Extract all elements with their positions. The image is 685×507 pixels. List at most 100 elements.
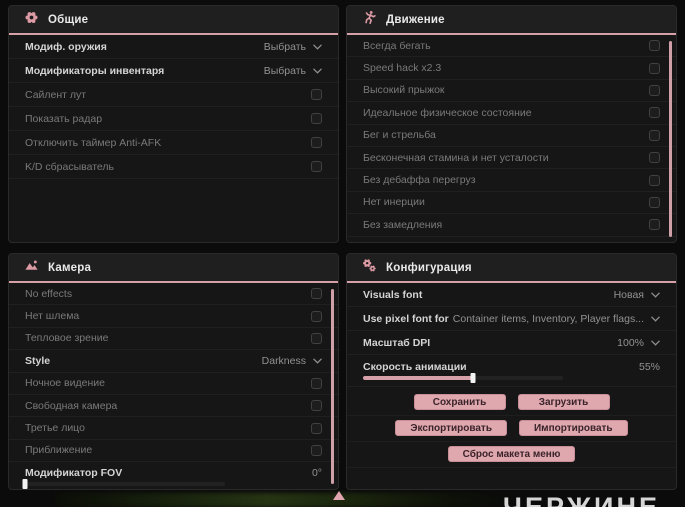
- checkbox[interactable]: [649, 152, 660, 164]
- panel-title: Конфигурация: [386, 261, 472, 274]
- settings-row-checkbox: Показать радар: [9, 107, 338, 131]
- dropdown-value: 100%: [617, 336, 644, 349]
- dropdown[interactable]: Новая: [614, 289, 660, 301]
- settings-row-checkbox: Бег и стрельба: [347, 125, 676, 147]
- row-label: Показать радар: [25, 112, 103, 125]
- settings-row-dropdown: Use pixel font for Container items, Inven…: [347, 307, 676, 331]
- checkbox[interactable]: [311, 137, 322, 148]
- scrollbar[interactable]: [331, 289, 334, 484]
- panel-camera: Камера No effects Нет шлема Тепловое зрени…: [8, 253, 339, 490]
- settings-row-checkbox: No effects: [9, 283, 338, 306]
- row-label: Идеальное физическое состояние: [363, 106, 532, 119]
- action-button[interactable]: Сброс макета меню: [447, 446, 576, 462]
- panel-camera-header: Камера: [9, 254, 338, 283]
- dropdown[interactable]: Container items, Inventory, Player flags…: [453, 313, 660, 325]
- row-label: Отключить таймер Anti-AFK: [25, 136, 162, 149]
- button-row: Экспортировать Импортировать: [347, 416, 676, 442]
- checkbox[interactable]: [311, 377, 322, 389]
- checkbox[interactable]: [649, 219, 660, 231]
- row-label: Высокий прыжок: [363, 84, 445, 97]
- row-label: Третье лицо: [25, 422, 85, 435]
- panel-title: Камера: [48, 261, 92, 274]
- panel-general: Общие Модиф. оружия Выбрать Модификаторы и…: [8, 5, 339, 243]
- dropdown[interactable]: 100%: [617, 337, 660, 349]
- checkbox[interactable]: [649, 62, 660, 74]
- runner-icon: [362, 10, 377, 30]
- dropdown[interactable]: Выбрать: [264, 41, 322, 53]
- action-button[interactable]: Экспортировать: [395, 420, 507, 436]
- slider-track[interactable]: [363, 373, 563, 383]
- panel-movement-header: Движение: [347, 6, 676, 35]
- settings-row-checkbox: Без дебаффа перегруз: [347, 169, 676, 192]
- dropdown-value: Выбрать: [263, 64, 306, 77]
- settings-row-checkbox: Ночное видение: [9, 373, 338, 395]
- settings-row-checkbox: Свободная камера: [9, 395, 338, 418]
- row-label: Visuals font: [363, 288, 423, 301]
- settings-row-checkbox: Нет шлема: [9, 305, 338, 328]
- row-label: Бег и стрельба: [363, 129, 436, 142]
- checkbox[interactable]: [311, 161, 322, 172]
- action-button[interactable]: Импортировать: [518, 420, 628, 436]
- settings-row-checkbox: Тепловое зрение: [9, 328, 338, 351]
- settings-row-checkbox: K/D сбрасыватель: [9, 155, 338, 179]
- slider-thumb[interactable]: [22, 478, 28, 489]
- chevron-down-icon: [651, 292, 660, 298]
- checkbox[interactable]: [649, 129, 660, 141]
- row-label: Свободная камера: [25, 399, 118, 412]
- panel-title: Движение: [386, 13, 445, 26]
- slider-track[interactable]: [22, 478, 225, 489]
- settings-row-checkbox: Отключить таймер Anti-AFK: [9, 131, 338, 155]
- row-label: Нет инерции: [363, 196, 425, 209]
- checkbox[interactable]: [649, 196, 660, 208]
- panel-title: Общие: [48, 13, 89, 26]
- checkbox[interactable]: [311, 310, 322, 322]
- row-label: Скорость анимации: [363, 361, 467, 373]
- checkbox[interactable]: [311, 113, 322, 124]
- checkbox[interactable]: [649, 40, 660, 52]
- row-label: K/D сбрасыватель: [25, 160, 115, 173]
- chevron-down-icon: [313, 358, 322, 364]
- gear-icon: [24, 10, 39, 30]
- slider-value: 0°: [311, 466, 322, 479]
- settings-row-dropdown: Масштаб DPI 100%: [347, 331, 676, 355]
- checkbox[interactable]: [311, 288, 322, 300]
- gears-icon: [362, 258, 377, 278]
- checkbox[interactable]: [311, 444, 322, 456]
- settings-row-dropdown: Модификаторы инвентаря Выбрать: [9, 59, 338, 83]
- dropdown[interactable]: Darkness: [262, 355, 322, 367]
- chevron-down-icon: [313, 68, 322, 74]
- settings-row-checkbox: Speed hack x2.3: [347, 57, 676, 80]
- chevron-down-icon: [313, 44, 322, 50]
- slider-thumb[interactable]: [470, 373, 476, 383]
- row-label: Сайлент лут: [25, 88, 87, 101]
- action-button[interactable]: Загрузить: [517, 394, 610, 410]
- scrollbar[interactable]: [669, 41, 672, 237]
- settings-row-checkbox: Нет инерции: [347, 192, 676, 215]
- action-button[interactable]: Сохранить: [413, 394, 506, 410]
- checkbox[interactable]: [311, 400, 322, 412]
- game-background-strip: [55, 493, 525, 507]
- settings-row-checkbox: Высокий прыжок: [347, 80, 676, 103]
- checkbox[interactable]: [649, 174, 660, 186]
- settings-row-dropdown: Visuals font Новая: [347, 283, 676, 307]
- settings-row-checkbox: Всегда бегать: [347, 35, 676, 58]
- row-label: Модиф. оружия: [25, 40, 107, 53]
- row-label: Бесконечная стамина и нет усталости: [363, 151, 549, 164]
- row-label: No effects: [25, 287, 73, 300]
- settings-row-dropdown: Style Darkness: [9, 350, 338, 373]
- checkbox[interactable]: [311, 422, 322, 434]
- settings-row-slider: Скорость анимации 55%: [347, 355, 676, 387]
- dropdown[interactable]: Выбрать: [264, 65, 322, 77]
- checkbox[interactable]: [311, 89, 322, 100]
- dropdown-value: Container items, Inventory, Player flags…: [452, 312, 644, 325]
- dropdown-value: Новая: [613, 288, 644, 301]
- checkbox[interactable]: [649, 107, 660, 119]
- row-label: Масштаб DPI: [363, 336, 431, 349]
- row-label: Без замедления: [363, 218, 443, 231]
- checkbox[interactable]: [311, 332, 322, 344]
- dropdown-value: Darkness: [261, 354, 306, 367]
- button-row: Сброс макета меню: [347, 442, 676, 468]
- row-label: Speed hack x2.3: [363, 62, 442, 75]
- settings-row-dropdown: Модиф. оружия Выбрать: [9, 35, 338, 59]
- checkbox[interactable]: [649, 84, 660, 96]
